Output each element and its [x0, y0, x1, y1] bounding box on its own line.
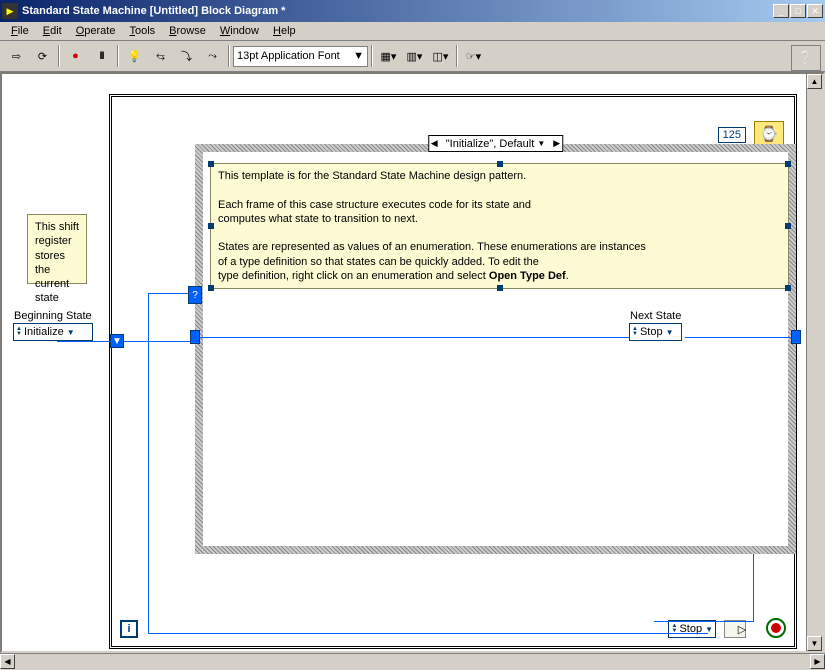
close-button[interactable]: ✕	[807, 4, 823, 18]
dropdown-icon: ▼	[353, 50, 364, 62]
case-selector[interactable]: ◀ "Initialize", Default ▼ ▶	[428, 135, 564, 152]
maximize-button[interactable]: □	[790, 4, 806, 18]
wait-ms-constant[interactable]: 125	[718, 127, 746, 143]
minimize-button[interactable]: _	[773, 4, 789, 18]
shift-register-left[interactable]: ▼	[110, 334, 124, 348]
case-prev-icon[interactable]: ◀	[429, 138, 440, 149]
wire	[124, 341, 198, 342]
scroll-down-button[interactable]: ▼	[807, 636, 822, 651]
highlight-exec-button[interactable]: 💡	[122, 45, 147, 68]
beginning-state-control[interactable]: Beginning State ▲▼Initialize▼	[13, 310, 93, 341]
wire	[148, 293, 149, 341]
wire	[654, 621, 754, 622]
iteration-terminal[interactable]: i	[120, 620, 138, 638]
align-button[interactable]: ▦▾	[376, 45, 401, 68]
block-diagram-canvas[interactable]: 125 ⌚ ▼ ▲ i ▲▼Stop▼ ▷ This shift regi	[2, 74, 806, 651]
case-description-note[interactable]: This template is for the Standard State …	[210, 163, 789, 289]
menu-file[interactable]: File	[4, 23, 36, 39]
wire	[685, 337, 791, 338]
step-over-button[interactable]: ⤳	[200, 45, 225, 68]
menu-tools[interactable]: Tools	[122, 23, 162, 39]
distribute-button[interactable]: ▥▾	[402, 45, 427, 68]
horizontal-scrollbar[interactable]: ◀ ▶	[0, 653, 825, 670]
toolbar: ⇨ ⟳ ● II 💡 ⥃ ⤵ ⤳ 13pt Application Font ▼…	[0, 41, 825, 72]
scroll-up-button[interactable]: ▲	[807, 74, 822, 89]
wire	[148, 341, 149, 633]
vertical-scrollbar[interactable]: ▲ ▼	[806, 74, 823, 651]
pause-button[interactable]: II	[89, 45, 114, 68]
app-icon: ▶	[2, 3, 18, 19]
beginning-state-label: Beginning State	[13, 310, 93, 322]
menu-window[interactable]: Window	[213, 23, 266, 39]
case-tunnel-left[interactable]	[190, 330, 200, 344]
shift-register-note[interactable]: This shift register stores the current s…	[27, 214, 87, 284]
wire	[200, 337, 640, 338]
case-structure[interactable]: ◀ "Initialize", Default ▼ ▶ This templat…	[195, 144, 796, 554]
run-button[interactable]: ⇨	[4, 45, 29, 68]
scroll-left-button[interactable]: ◀	[0, 654, 15, 669]
menu-operate[interactable]: Operate	[69, 23, 123, 39]
conditional-terminal[interactable]	[766, 618, 786, 638]
next-state-control[interactable]: Next State ▲▼Stop▼	[629, 310, 682, 341]
wire	[57, 341, 110, 342]
menu-browse[interactable]: Browse	[162, 23, 213, 39]
step-into-button[interactable]: ⤵	[174, 45, 199, 68]
case-tunnel-right[interactable]	[791, 330, 801, 344]
resize-button[interactable]: ◫▾	[428, 45, 453, 68]
wire	[148, 633, 708, 634]
case-next-icon[interactable]: ▶	[551, 138, 562, 149]
font-selector[interactable]: 13pt Application Font ▼	[233, 46, 368, 67]
retain-wire-button[interactable]: ⥃	[148, 45, 173, 68]
menu-edit[interactable]: Edit	[36, 23, 69, 39]
reorder-button[interactable]: ☞▾	[461, 45, 486, 68]
scroll-right-button[interactable]: ▶	[810, 654, 825, 669]
case-selector-terminal[interactable]: ?	[188, 286, 202, 304]
equal-node[interactable]: ▷	[724, 620, 746, 638]
font-selector-value: 13pt Application Font	[237, 50, 340, 62]
title-bar: ▶ Standard State Machine [Untitled] Bloc…	[0, 0, 825, 22]
abort-button[interactable]: ●	[63, 45, 88, 68]
run-continuous-button[interactable]: ⟳	[30, 45, 55, 68]
menu-help[interactable]: Help	[266, 23, 303, 39]
menu-bar: File Edit Operate Tools Browse Window He…	[0, 22, 825, 41]
next-state-label: Next State	[629, 310, 682, 322]
context-help-icon[interactable]: ❔	[791, 45, 821, 71]
window-title: Standard State Machine [Untitled] Block …	[22, 5, 773, 17]
